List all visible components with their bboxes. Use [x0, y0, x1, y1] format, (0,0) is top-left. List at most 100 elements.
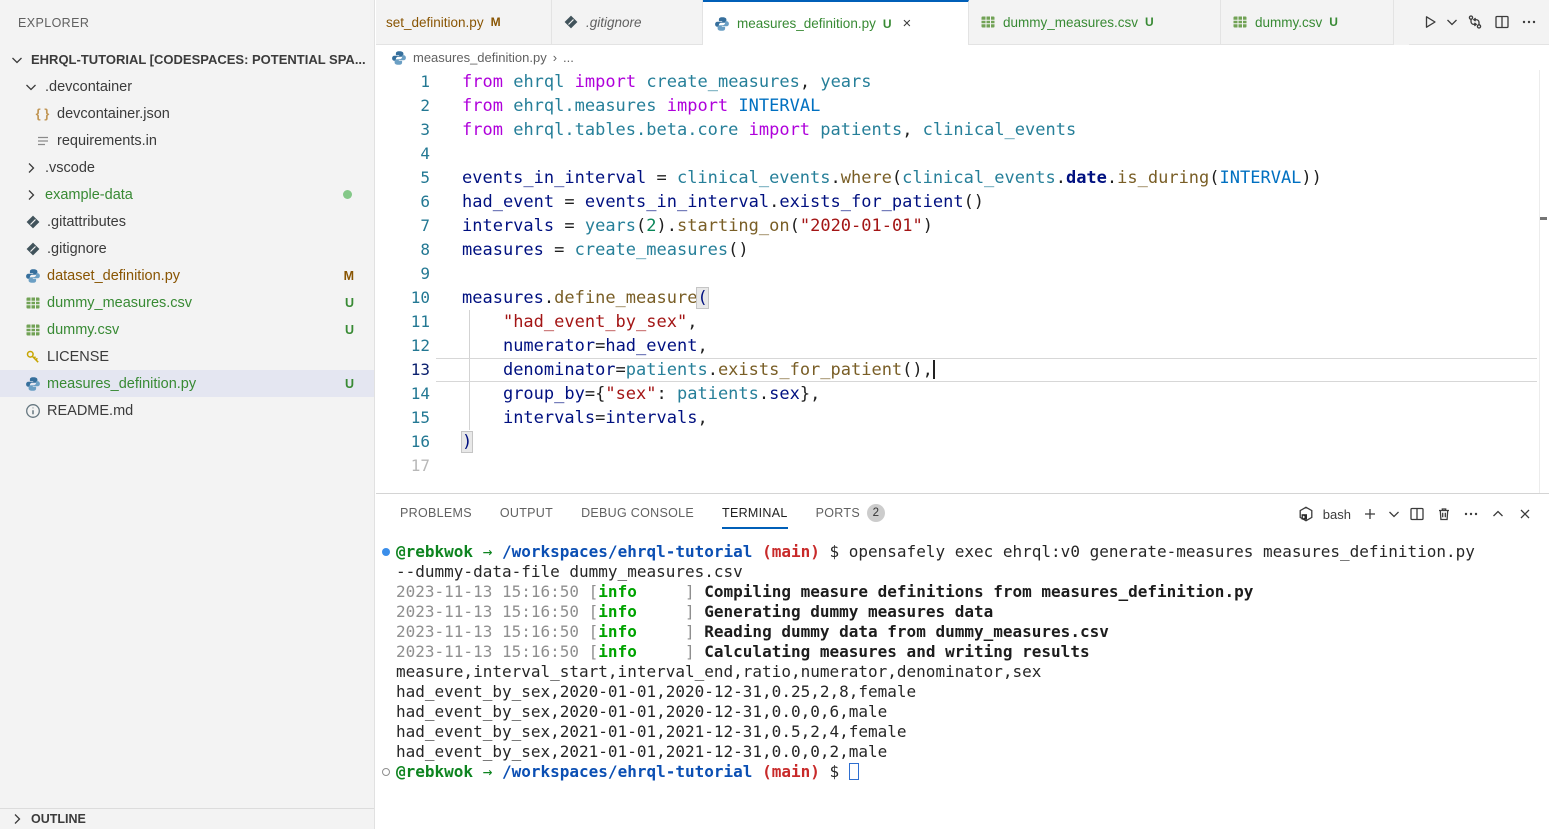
code-line-10[interactable]: 10measures.define_measure(	[376, 286, 1549, 310]
sidebar-item-license[interactable]: LICENSE	[0, 343, 374, 370]
code-line-13[interactable]: 13 denominator=patients.exists_for_patie…	[376, 358, 1549, 382]
file-label: LICENSE	[47, 349, 109, 365]
close-tab-icon[interactable]: ×	[903, 15, 912, 32]
open-changes-button[interactable]	[1462, 10, 1487, 35]
split-panel-button[interactable]	[1405, 502, 1429, 526]
token: intervals	[462, 216, 554, 236]
code-line-14[interactable]: 14 group_by={"sex": patients.sex},	[376, 382, 1549, 406]
panel-tab-label: OUTPUT	[500, 506, 553, 520]
terminal-output[interactable]: @rebkwok → /workspaces/ehrql-tutorial (m…	[376, 534, 1549, 829]
code-line-2[interactable]: 2from ehrql.measures import INTERVAL	[376, 94, 1549, 118]
terminal-line-7: measure,interval_start,interval_end,rati…	[376, 662, 1549, 682]
code-line-17[interactable]: 17	[376, 454, 1549, 478]
breadcrumb[interactable]: measures_definition.py › ...	[376, 45, 1549, 70]
split-editor-button[interactable]	[1489, 10, 1514, 35]
tree-root-folder[interactable]: EHRQL-TUTORIAL [CODESPACES: POTENTIAL SP…	[0, 46, 374, 73]
code-text: intervals=intervals,	[462, 406, 708, 430]
tab--gitignore[interactable]: .gitignore	[552, 0, 703, 45]
code-line-11[interactable]: 11 "had_event_by_sex",	[376, 310, 1549, 334]
sidebar-item-requirements-in[interactable]: requirements.in	[0, 127, 374, 154]
code-editor[interactable]: 1from ehrql import create_measures, year…	[376, 70, 1549, 493]
code-line-16[interactable]: 16)	[376, 430, 1549, 454]
chevron-up-button[interactable]	[1486, 502, 1510, 526]
terminal-token: ]	[637, 642, 704, 661]
plus-button[interactable]	[1358, 502, 1382, 526]
sidebar-item-example-data[interactable]: example-data	[0, 181, 374, 208]
sidebar-item--gitattributes[interactable]: .gitattributes	[0, 208, 374, 235]
run-button[interactable]	[1417, 10, 1442, 35]
more-button[interactable]	[1459, 502, 1483, 526]
sidebar-item-measures-definition-py[interactable]: measures_definition.pyU	[0, 370, 374, 397]
tab-git-badge: M	[491, 15, 501, 29]
terminal-token: Reading dummy data from dummy_measures.c…	[704, 622, 1109, 641]
sidebar-item-devcontainer-json[interactable]: { }devcontainer.json	[0, 100, 374, 127]
terminal-text: had_event_by_sex,2021-01-01,2021-12-31,0…	[396, 722, 907, 742]
token	[462, 336, 503, 356]
terminal-line-9: had_event_by_sex,2020-01-01,2020-12-31,0…	[376, 702, 1549, 722]
tab-dummy-measures-csv[interactable]: dummy_measures.csvU	[969, 0, 1221, 45]
code-text: denominator=patients.exists_for_patient(…	[462, 358, 935, 382]
terminal-shell-label: bash	[1323, 507, 1351, 522]
explorer-more-actions-icon[interactable]	[335, 11, 360, 36]
sidebar-item--gitignore[interactable]: .gitignore	[0, 235, 374, 262]
terminal-gutter	[376, 582, 396, 602]
line-number: 7	[376, 214, 430, 238]
terminal-line-12: @rebkwok → /workspaces/ehrql-tutorial (m…	[376, 762, 1549, 782]
file-label: .devcontainer	[45, 79, 132, 95]
token: "sex"	[605, 384, 656, 404]
panel-tab-debug-console[interactable]: DEBUG CONSOLE	[581, 499, 694, 529]
bottom-panel: PROBLEMS OUTPUT DEBUG CONSOLE TERMINAL PORTS…	[376, 493, 1549, 829]
trash-button[interactable]	[1432, 502, 1456, 526]
token: had_event	[605, 336, 697, 356]
sidebar-item-dummy-csv[interactable]: dummy.csvU	[0, 316, 374, 343]
editor-scrollbar[interactable]	[1539, 70, 1540, 493]
token: patients	[820, 120, 902, 140]
sidebar-item-dataset-definition-py[interactable]: dataset_definition.pyM	[0, 262, 374, 289]
code-line-7[interactable]: 7intervals = years(2).starting_on("2020-…	[376, 214, 1549, 238]
line-number: 16	[376, 430, 430, 454]
line-number: 14	[376, 382, 430, 406]
command-decoration-circle[interactable]	[376, 762, 396, 782]
sidebar-item--vscode[interactable]: .vscode	[0, 154, 374, 181]
code-line-9[interactable]: 9	[376, 262, 1549, 286]
token: events_in_interval	[462, 168, 646, 188]
token: =	[554, 216, 585, 236]
outline-section-header[interactable]: OUTLINE	[0, 808, 374, 829]
code-line-6[interactable]: 6had_event = events_in_interval.exists_f…	[376, 190, 1549, 214]
code-line-3[interactable]: 3from ehrql.tables.beta.core import pati…	[376, 118, 1549, 142]
close-button[interactable]	[1513, 502, 1537, 526]
token: ={	[585, 384, 605, 404]
code-line-1[interactable]: 1from ehrql import create_measures, year…	[376, 70, 1549, 94]
code-line-4[interactable]: 4	[376, 142, 1549, 166]
panel-tab-ports[interactable]: PORTS2	[816, 499, 885, 529]
breadcrumb-more[interactable]: ...	[563, 50, 574, 65]
terminal-line-2: --dummy-data-file dummy_measures.csv	[376, 562, 1549, 582]
sidebar-item-dummy-measures-csv[interactable]: dummy_measures.csvU	[0, 289, 374, 316]
panel-tab-problems[interactable]: PROBLEMS	[400, 499, 472, 529]
bash-button[interactable]	[1294, 502, 1318, 526]
token: measures	[462, 240, 544, 260]
sidebar-item--devcontainer[interactable]: .devcontainer	[0, 73, 374, 100]
chevron-down-icon	[22, 78, 39, 95]
tab-measures-definition-py[interactable]: measures_definition.pyU×	[703, 0, 969, 45]
terminal-token: $ opensafely exec ehrql:v0 generate-meas…	[820, 542, 1475, 561]
chevron-down-button[interactable]	[1444, 10, 1460, 35]
code-line-15[interactable]: 15 intervals=intervals,	[376, 406, 1549, 430]
token: intervals	[605, 408, 697, 428]
panel-tab-terminal[interactable]: TERMINAL	[722, 499, 788, 529]
chevron-down-button[interactable]	[1385, 502, 1402, 526]
panel-tab-output[interactable]: OUTPUT	[500, 499, 553, 529]
command-decoration-dot[interactable]	[376, 542, 396, 562]
tab-dummy-csv[interactable]: dummy.csvU	[1221, 0, 1394, 45]
code-line-5[interactable]: 5events_in_interval = clinical_events.wh…	[376, 166, 1549, 190]
key-icon	[24, 348, 41, 365]
code-text: numerator=had_event,	[462, 334, 708, 358]
code-line-12[interactable]: 12 numerator=had_event,	[376, 334, 1549, 358]
file-label: README.md	[47, 403, 133, 419]
sidebar-item-readme-md[interactable]: README.md	[0, 397, 374, 424]
more-button[interactable]	[1516, 10, 1541, 35]
text-cursor	[933, 360, 935, 379]
code-line-8[interactable]: 8measures = create_measures()	[376, 238, 1549, 262]
file-label: dummy.csv	[47, 322, 119, 338]
tab-set-definition-py[interactable]: set_definition.pyM	[376, 0, 552, 45]
